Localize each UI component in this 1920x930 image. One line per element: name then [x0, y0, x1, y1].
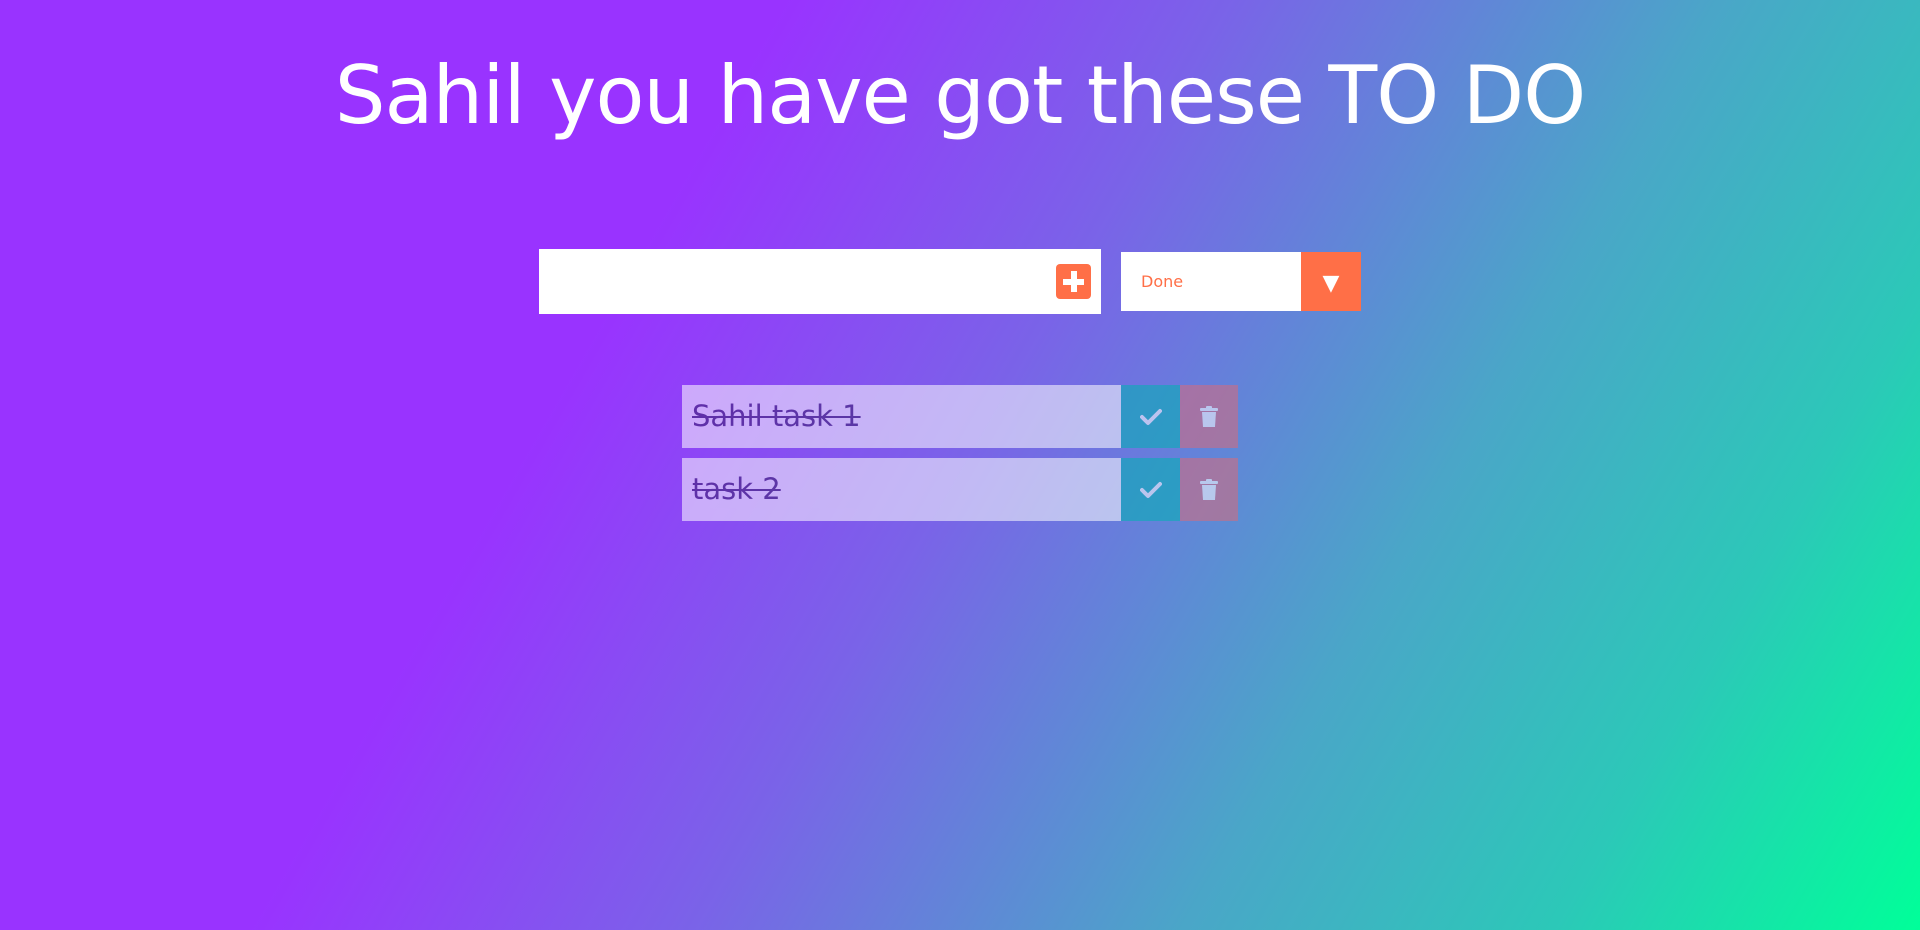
trash-icon [1200, 405, 1218, 427]
plus-icon [1056, 264, 1091, 299]
todo-text: task 2 [692, 472, 781, 506]
delete-button[interactable] [1180, 458, 1238, 521]
todo-item: Sahil task 1 [682, 385, 1238, 448]
todo-text-box: task 2 [682, 458, 1121, 521]
delete-button[interactable] [1180, 385, 1238, 448]
add-todo-button[interactable] [1056, 264, 1091, 299]
filter-select[interactable]: Done ▼ [1121, 252, 1361, 311]
complete-button[interactable] [1121, 458, 1180, 521]
todo-text: Sahil task 1 [692, 399, 861, 433]
todo-input-container [539, 249, 1101, 314]
todo-list: Sahil task 1 task 2 [682, 385, 1238, 531]
check-icon [1139, 408, 1162, 425]
todo-input[interactable] [539, 249, 1049, 314]
check-icon [1139, 481, 1162, 498]
page-title: Sahil you have got these TO DO [334, 49, 1587, 142]
trash-icon [1200, 478, 1218, 500]
todo-text-box: Sahil task 1 [682, 385, 1121, 448]
complete-button[interactable] [1121, 385, 1180, 448]
todo-item: task 2 [682, 458, 1238, 521]
chevron-down-icon[interactable]: ▼ [1301, 252, 1361, 311]
filter-selected-value: Done [1141, 272, 1184, 291]
